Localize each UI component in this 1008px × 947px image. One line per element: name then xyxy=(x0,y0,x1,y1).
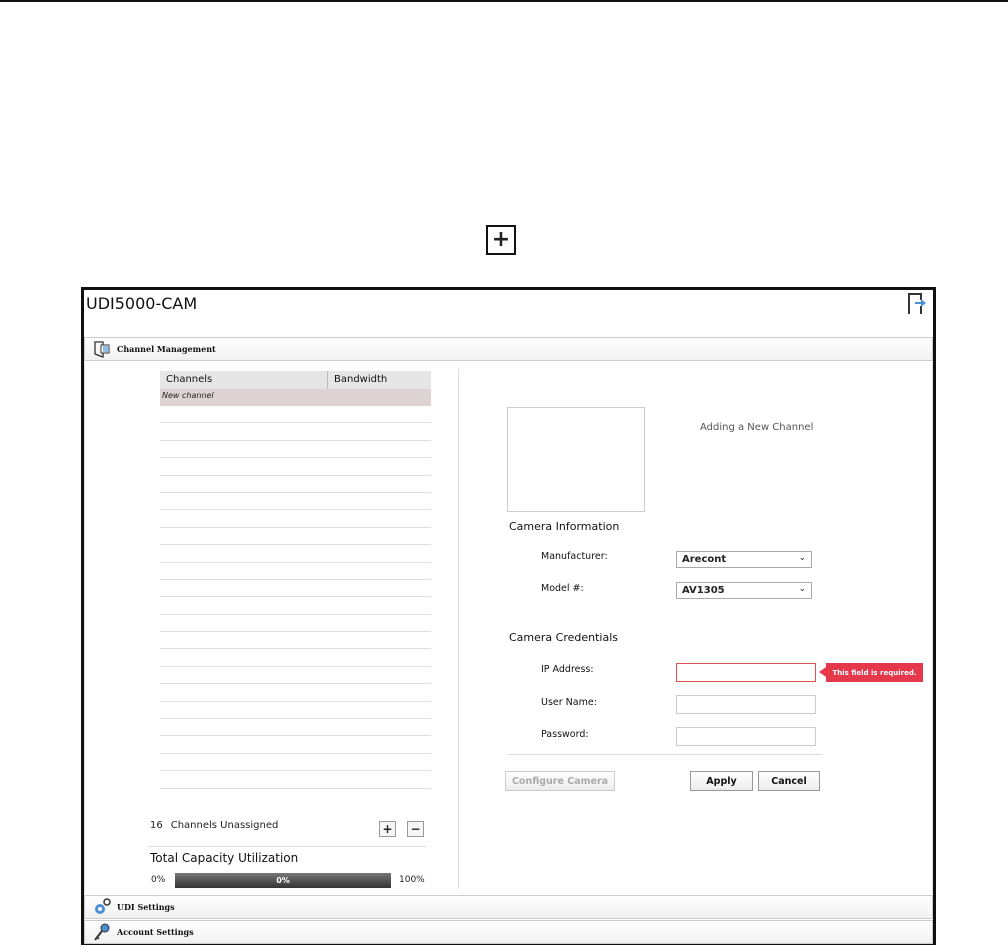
camera-credentials-title: Camera Credentials xyxy=(509,631,619,644)
capacity-title: Total Capacity Utilization xyxy=(150,851,299,865)
password-label: Password: xyxy=(541,729,589,740)
capacity-progress-bar: 0% xyxy=(175,873,391,888)
divider xyxy=(507,754,822,755)
manufacturer-label: Manufacturer: xyxy=(541,551,608,562)
table-row[interactable] xyxy=(160,667,431,685)
chevron-down-icon: ⌄ xyxy=(798,584,806,594)
channel-rows xyxy=(160,406,431,789)
channels-table: Channels Bandwidth New channel xyxy=(160,371,431,789)
table-row[interactable] xyxy=(160,423,431,441)
table-row[interactable] xyxy=(160,580,431,598)
table-row[interactable] xyxy=(160,493,431,511)
plus-symbol-legend: + xyxy=(486,225,516,255)
form-heading: Adding a New Channel xyxy=(700,422,814,433)
channels-table-header: Channels Bandwidth xyxy=(160,371,431,389)
table-row[interactable] xyxy=(160,597,431,615)
user-name-label: User Name: xyxy=(541,697,597,708)
app-window: UDI5000-CAM Channel Management Channels … xyxy=(81,287,936,945)
gear-icon xyxy=(91,896,113,918)
top-rule xyxy=(0,0,1008,2)
table-row[interactable] xyxy=(160,441,431,459)
logout-icon[interactable] xyxy=(907,293,927,315)
account-settings-header[interactable]: Account Settings xyxy=(84,920,933,944)
table-row[interactable] xyxy=(160,510,431,528)
table-row[interactable] xyxy=(160,771,431,789)
model-label: Model #: xyxy=(541,583,584,594)
unassigned-label: Channels Unassigned xyxy=(170,820,279,831)
manufacturer-value: Arecont xyxy=(682,554,727,565)
channel-management-header[interactable]: Channel Management xyxy=(84,337,933,361)
capacity-max-label: 100% xyxy=(399,875,425,885)
panel-divider xyxy=(458,369,459,889)
camera-preview xyxy=(507,407,645,512)
unassigned-count: 16 xyxy=(150,820,163,831)
manufacturer-select[interactable]: Arecont ⌄ xyxy=(676,551,812,568)
camera-information-title: Camera Information xyxy=(509,520,620,533)
channel-management-panel: Channels Bandwidth New channel 16 Channe… xyxy=(84,362,933,894)
udi-settings-header[interactable]: UDI Settings xyxy=(84,895,933,919)
model-value: AV1305 xyxy=(682,585,725,596)
configure-camera-button[interactable]: Configure Camera xyxy=(505,771,615,791)
ip-error-tooltip: This field is required. xyxy=(819,663,923,682)
table-row[interactable] xyxy=(160,458,431,476)
channels-unassigned: 16 Channels Unassigned xyxy=(150,820,278,831)
channel-management-icon xyxy=(91,338,113,360)
password-field[interactable] xyxy=(676,727,816,746)
key-icon xyxy=(91,921,113,943)
table-row[interactable] xyxy=(160,649,431,667)
channel-management-label: Channel Management xyxy=(117,344,216,354)
capacity-min-label: 0% xyxy=(151,875,166,885)
chevron-down-icon: ⌄ xyxy=(798,553,806,563)
table-row[interactable] xyxy=(160,719,431,737)
table-row[interactable] xyxy=(160,476,431,493)
table-row[interactable] xyxy=(160,545,431,563)
apply-button[interactable]: Apply xyxy=(690,771,753,791)
column-header-channels[interactable]: Channels xyxy=(160,371,328,389)
add-channel-button[interactable]: + xyxy=(379,821,396,837)
table-row[interactable] xyxy=(160,563,431,580)
table-row[interactable] xyxy=(160,702,431,720)
user-name-field[interactable] xyxy=(676,695,816,714)
ip-address-field[interactable] xyxy=(676,663,816,682)
table-row[interactable] xyxy=(160,754,431,772)
ip-address-label: IP Address: xyxy=(541,664,594,675)
table-row[interactable] xyxy=(160,615,431,633)
model-select[interactable]: AV1305 ⌄ xyxy=(676,582,812,599)
remove-channel-button[interactable]: − xyxy=(407,821,424,837)
table-row[interactable] xyxy=(160,684,431,702)
table-row[interactable] xyxy=(160,406,431,424)
cancel-button[interactable]: Cancel xyxy=(758,771,820,791)
table-row[interactable] xyxy=(160,528,431,546)
divider xyxy=(148,846,426,847)
table-row[interactable] xyxy=(160,632,431,650)
table-row[interactable] xyxy=(160,736,431,754)
udi-settings-label: UDI Settings xyxy=(117,902,175,912)
table-row-new-channel[interactable]: New channel xyxy=(160,389,431,406)
column-header-bandwidth[interactable]: Bandwidth xyxy=(328,371,387,389)
app-title: UDI5000-CAM xyxy=(86,294,198,313)
capacity-value-label: 0% xyxy=(276,876,290,885)
account-settings-label: Account Settings xyxy=(117,927,194,937)
